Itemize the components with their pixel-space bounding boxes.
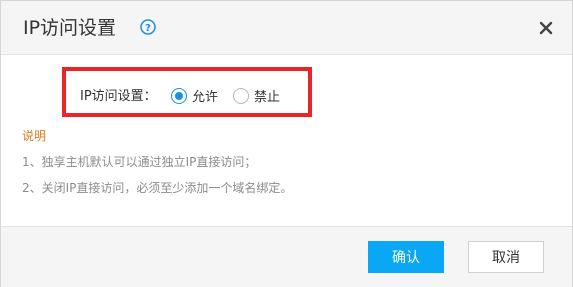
cancel-button[interactable]: 取消 <box>468 241 544 273</box>
confirm-button[interactable]: 确认 <box>368 241 444 273</box>
radio-unchecked-icon <box>233 87 249 104</box>
note-line: 2、关闭IP直接访问，必须至少添加一个域名绑定。 <box>22 181 293 195</box>
close-icon[interactable] <box>538 20 554 36</box>
question-circle-icon[interactable]: ? <box>140 19 156 35</box>
note-line: 1、独享主机默认可以通过独立IP直接访问； <box>22 155 257 169</box>
dialog-title: IP访问设置 <box>23 17 117 39</box>
radio-checked-icon <box>171 87 187 104</box>
ip-access-setting-highlight: IP访问设置： 允许 禁止 <box>62 67 312 117</box>
radio-deny-label: 禁止 <box>254 90 281 105</box>
dialog-footer: 确认 取消 <box>1 226 572 287</box>
ip-access-dialog: IP访问设置 ? IP访问设置： 允许 禁止 说明 1、独享主机默认可以通过独立… <box>0 0 573 287</box>
svg-text:?: ? <box>145 23 151 34</box>
notes-title: 说明 <box>22 129 47 143</box>
ip-access-setting-label: IP访问设置： <box>80 89 157 104</box>
dialog-header: IP访问设置 ? <box>1 1 572 55</box>
radio-allow-label: 允许 <box>192 90 219 105</box>
radio-deny[interactable]: 禁止 <box>233 86 280 105</box>
radio-allow[interactable]: 允许 <box>171 86 218 105</box>
